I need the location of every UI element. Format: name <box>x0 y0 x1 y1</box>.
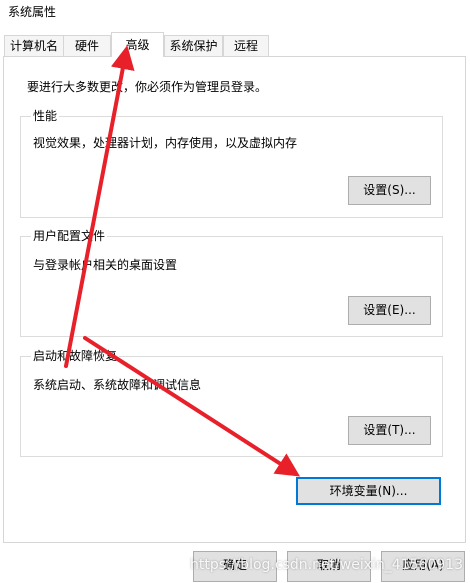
performance-description: 视觉效果，处理器计划，内存使用，以及虚拟内存 <box>33 136 298 150</box>
user-profiles-settings-button[interactable]: 设置(E)... <box>348 296 431 325</box>
system-properties-window: 系统属性 计算机名 硬件 高级 系统保护 远程 要进行大多数更改，你必须作为管理… <box>0 0 470 583</box>
tab-advanced[interactable]: 高级 <box>111 32 164 57</box>
performance-group: 性能 视觉效果，处理器计划，内存使用，以及虚拟内存 设置(S)... <box>20 108 443 218</box>
window-title: 系统属性 <box>8 5 57 19</box>
title-bar: 系统属性 <box>0 0 470 24</box>
startup-recovery-group-title: 启动和故障恢复 <box>31 348 120 364</box>
user-profiles-description: 与登录帐户相关的桌面设置 <box>33 258 178 272</box>
admin-notice: 要进行大多数更改，你必须作为管理员登录。 <box>27 80 268 94</box>
startup-recovery-group: 启动和故障恢复 系统启动、系统故障和调试信息 设置(T)... <box>20 348 443 457</box>
performance-group-title: 性能 <box>31 108 60 124</box>
startup-recovery-settings-button[interactable]: 设置(T)... <box>348 416 431 445</box>
tab-system-protection[interactable]: 系统保护 <box>164 35 223 56</box>
startup-recovery-description: 系统启动、系统故障和调试信息 <box>33 378 202 392</box>
tab-computer-name[interactable]: 计算机名 <box>4 35 64 56</box>
watermark: https://blog.csdn.net/weixin_41560913 <box>190 557 464 573</box>
environment-variables-button[interactable]: 环境变量(N)... <box>296 477 441 505</box>
user-profiles-group-title: 用户配置文件 <box>31 228 108 244</box>
tab-hardware[interactable]: 硬件 <box>63 35 111 56</box>
user-profiles-group: 用户配置文件 与登录帐户相关的桌面设置 设置(E)... <box>20 228 443 337</box>
performance-settings-button[interactable]: 设置(S)... <box>348 176 431 205</box>
tab-remote[interactable]: 远程 <box>223 35 269 56</box>
